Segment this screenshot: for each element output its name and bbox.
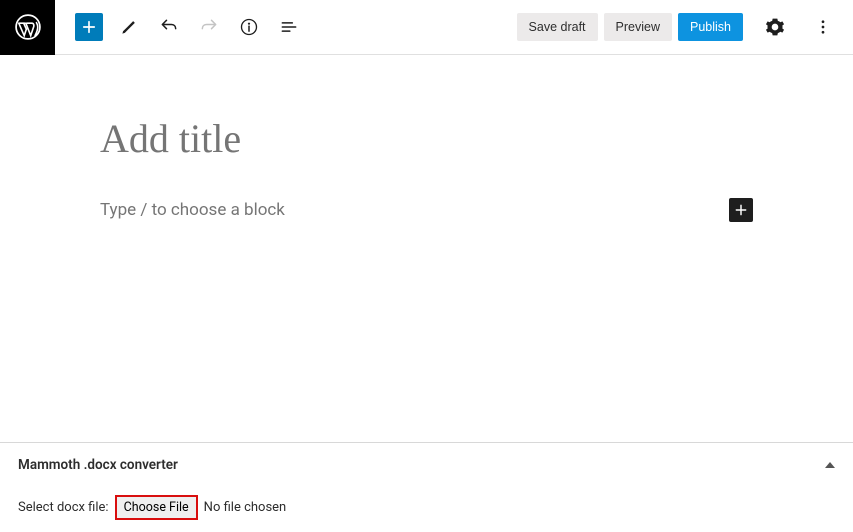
select-file-label: Select docx file:: [18, 500, 109, 515]
info-icon: [239, 17, 259, 37]
list-view-icon: [279, 17, 299, 37]
panel-title: Mammoth .docx converter: [18, 457, 178, 473]
preview-button[interactable]: Preview: [604, 13, 672, 41]
plus-icon: [80, 18, 98, 36]
add-block-button[interactable]: [75, 13, 103, 41]
editor-toolbar: Save draft Preview Publish: [0, 0, 853, 55]
plus-icon: [733, 202, 749, 218]
mammoth-converter-panel: Mammoth .docx converter Select docx file…: [0, 442, 853, 532]
edit-mode-button[interactable]: [115, 13, 143, 41]
inline-add-block-button[interactable]: [729, 198, 753, 222]
info-button[interactable]: [235, 13, 263, 41]
redo-icon: [199, 17, 219, 37]
post-title-input[interactable]: [100, 115, 753, 162]
vertical-dots-icon: [814, 18, 832, 36]
undo-button[interactable]: [155, 13, 183, 41]
settings-button[interactable]: [759, 11, 791, 43]
panel-header[interactable]: Mammoth .docx converter: [18, 457, 835, 473]
save-draft-button[interactable]: Save draft: [517, 13, 598, 41]
block-inserter-row: [100, 198, 753, 222]
pencil-icon: [119, 17, 139, 37]
block-prompt-input[interactable]: [100, 200, 729, 220]
wordpress-logo[interactable]: [0, 0, 55, 55]
panel-body: Select docx file: Choose File No file ch…: [18, 495, 835, 520]
toolbar-left-group: [75, 13, 303, 41]
undo-icon: [159, 17, 179, 37]
choose-file-button[interactable]: Choose File: [115, 495, 198, 520]
editor-canvas: [0, 55, 853, 222]
collapse-toggle-icon[interactable]: [825, 462, 835, 468]
outline-button[interactable]: [275, 13, 303, 41]
redo-button[interactable]: [195, 13, 223, 41]
publish-button[interactable]: Publish: [678, 13, 743, 41]
more-options-button[interactable]: [807, 11, 839, 43]
toolbar-right-group: Save draft Preview Publish: [517, 11, 853, 43]
wordpress-icon: [15, 14, 41, 40]
gear-icon: [765, 17, 785, 37]
file-status-text: No file chosen: [204, 500, 287, 515]
